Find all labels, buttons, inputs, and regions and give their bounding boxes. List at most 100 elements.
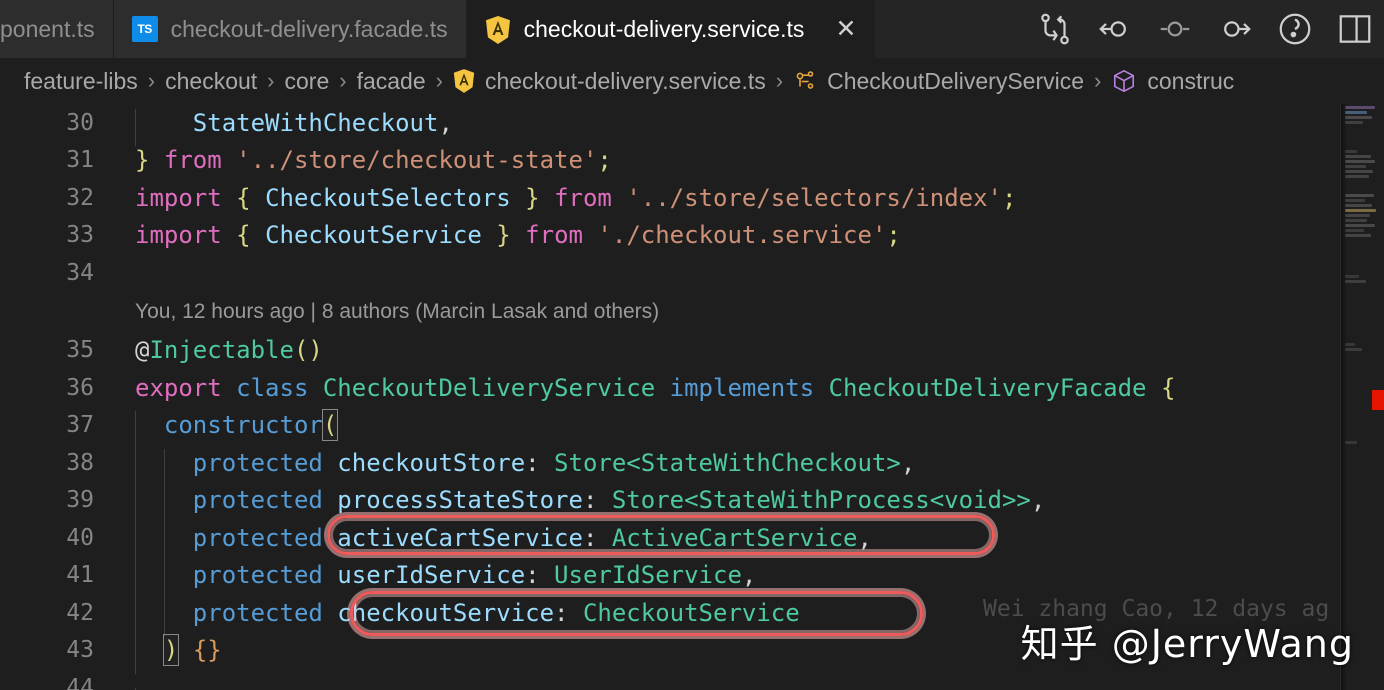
tab-label: checkout-delivery.service.ts <box>523 16 805 42</box>
split-editor-icon[interactable] <box>1336 10 1374 48</box>
breadcrumb-separator: › <box>435 68 443 93</box>
tab-label: ponent.ts <box>0 15 95 42</box>
line-number[interactable]: 30 <box>0 110 112 136</box>
minimap-change-marker[interactable] <box>1372 390 1384 410</box>
code-line: 33 import { CheckoutService } from './ch… <box>0 217 1384 255</box>
code-content: @Injectable() <box>135 336 323 365</box>
typescript-icon: TS <box>131 16 158 42</box>
previous-change-icon[interactable] <box>1096 10 1134 48</box>
git-blame-toggle-icon[interactable] <box>1276 10 1314 48</box>
breadcrumb-separator: › <box>775 68 784 93</box>
line-number[interactable]: 33 <box>0 222 112 248</box>
line-number[interactable]: 36 <box>0 375 112 401</box>
tab-ponent-ts[interactable]: ponent.ts <box>0 0 114 58</box>
code-content: protected userIdService: UserIdService, <box>135 561 1384 599</box>
code-line: 37 constructor( <box>0 407 1384 449</box>
code-content: StateWithCheckout, <box>135 108 1384 147</box>
code-line: 30 StateWithCheckout, <box>0 104 1384 147</box>
line-number[interactable]: 44 <box>0 675 112 690</box>
minimap-line <box>1345 160 1375 163</box>
line-number[interactable]: 34 <box>0 260 112 286</box>
editor-actions-toolbar <box>1016 0 1384 58</box>
code-content: } from '../store/checkout-state'; <box>135 146 612 175</box>
line-number[interactable]: 39 <box>0 487 112 513</box>
minimap-line <box>1345 155 1371 158</box>
code-line: 36 export class CheckoutDeliveryService … <box>0 369 1384 407</box>
minimap-line <box>1345 224 1375 227</box>
method-icon <box>1111 68 1137 94</box>
minimap-line <box>1345 165 1366 168</box>
breadcrumb-item-class[interactable]: CheckoutDeliveryService <box>827 69 1084 93</box>
class-icon <box>793 69 817 93</box>
line-number[interactable]: 31 <box>0 147 112 173</box>
angular-icon <box>485 15 511 45</box>
minimap-line <box>1345 219 1367 222</box>
line-number[interactable]: 41 <box>0 562 112 588</box>
minimap-line <box>1345 116 1372 119</box>
code-line: 39 protected processStateStore: Store<St… <box>0 482 1384 524</box>
breadcrumb: feature-libs › checkout › core › facade … <box>0 58 1384 104</box>
code-line: 44 <box>0 669 1384 690</box>
angular-icon <box>453 68 475 94</box>
minimap-line <box>1345 121 1363 124</box>
line-number[interactable]: 32 <box>0 185 112 211</box>
breadcrumb-item-core[interactable]: core <box>285 69 330 93</box>
minimap-line <box>1345 229 1364 232</box>
code-line: 40 protected activeCartService: ActiveCa… <box>0 519 1384 562</box>
code-line: 41 protected userIdService: UserIdServic… <box>0 557 1384 599</box>
code-line: 35 @Injectable() <box>0 332 1384 370</box>
tab-checkout-delivery-facade-ts[interactable]: TS checkout-delivery.facade.ts <box>113 0 467 58</box>
watermark: 知乎 @JerryWang <box>1020 622 1354 666</box>
breadcrumb-item-constructor[interactable]: construc <box>1147 69 1234 93</box>
line-number[interactable]: 35 <box>0 337 112 363</box>
breadcrumb-item-checkout[interactable]: checkout <box>165 69 257 93</box>
breadcrumb-item-feature-libs[interactable]: feature-libs <box>24 69 138 93</box>
codelens-row: You, 12 hours ago | 8 authors (Marcin La… <box>0 292 1384 332</box>
minimap-line <box>1345 234 1371 237</box>
code-content: protected activeCartService: ActiveCartS… <box>135 523 1384 562</box>
next-change-icon[interactable] <box>1216 10 1254 48</box>
code-line: 31 } from '../store/checkout-state'; <box>0 142 1384 180</box>
close-icon[interactable]: ✕ <box>835 17 856 42</box>
code-content: protected checkoutStore: Store<StateWith… <box>135 448 1384 487</box>
minimap-line <box>1345 194 1374 197</box>
tab-checkout-delivery-service-ts[interactable]: checkout-delivery.service.ts ✕ <box>466 0 876 58</box>
breadcrumb-separator: › <box>147 68 156 93</box>
breadcrumb-separator: › <box>339 68 347 93</box>
breadcrumb-item-file[interactable]: checkout-delivery.service.ts <box>485 69 766 93</box>
minimap-line <box>1345 204 1372 207</box>
minimap-line <box>1345 170 1373 173</box>
code-content: constructor( <box>135 409 1384 449</box>
codelens-text[interactable]: You, 12 hours ago | 8 authors (Marcin La… <box>135 300 1384 324</box>
minimap-line <box>1345 275 1359 278</box>
tab-label: checkout-delivery.facade.ts <box>170 15 448 42</box>
breadcrumb-item-facade[interactable]: facade <box>357 69 426 93</box>
editor-tab-bar: ponent.ts TS checkout-delivery.facade.ts… <box>0 0 1384 58</box>
minimap-line <box>1345 106 1375 109</box>
line-number[interactable]: 42 <box>0 600 112 626</box>
code-content: import { CheckoutSelectors } from '../st… <box>135 183 1017 212</box>
line-number[interactable]: 40 <box>0 525 112 551</box>
line-number[interactable]: 38 <box>0 450 112 476</box>
breadcrumb-separator: › <box>267 68 275 93</box>
breadcrumb-separator: › <box>1094 68 1102 93</box>
code-editor[interactable]: 30 StateWithCheckout, 31 } from '../stor… <box>0 104 1384 690</box>
code-line: 32 import { CheckoutSelectors } from '..… <box>0 179 1384 217</box>
minimap-line <box>1345 348 1362 351</box>
minimap-line <box>1345 214 1370 217</box>
minimap-line <box>1345 280 1366 283</box>
line-number[interactable]: 37 <box>0 412 112 438</box>
line-number[interactable]: 43 <box>0 637 112 663</box>
code-content: export class CheckoutDeliveryService imp… <box>135 373 1176 402</box>
code-line: 34 <box>0 254 1384 292</box>
code-line: 38 protected checkoutStore: Store<StateW… <box>0 444 1384 487</box>
minimap-shadow <box>1341 104 1347 690</box>
minimap-line <box>1345 209 1376 212</box>
minimap[interactable] <box>1340 104 1384 690</box>
minimap-line <box>1345 175 1369 178</box>
compare-changes-icon[interactable] <box>1036 10 1074 48</box>
current-change-icon[interactable] <box>1156 10 1194 48</box>
code-content: protected processStateStore: Store<State… <box>135 486 1384 524</box>
minimap-line <box>1345 199 1365 202</box>
code-content: import { CheckoutService } from './check… <box>135 221 901 250</box>
